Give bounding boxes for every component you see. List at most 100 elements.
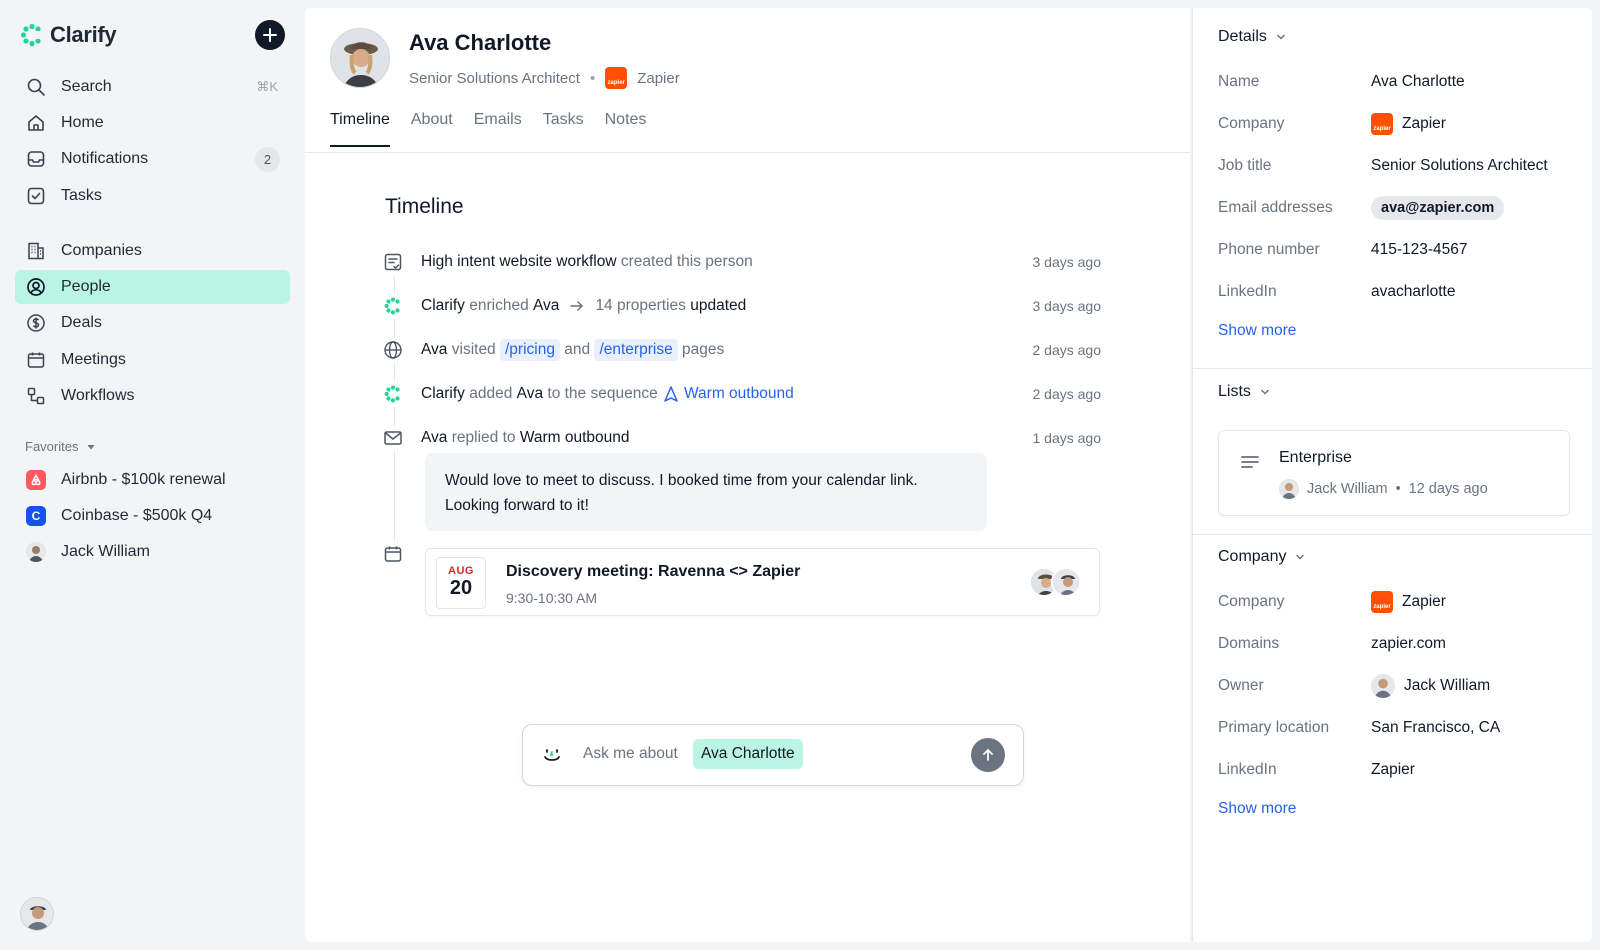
company-row-linkedin[interactable]: LinkedIn Zapier <box>1218 758 1588 782</box>
email-chip[interactable]: ava@zapier.com <box>1371 196 1505 220</box>
details-section-header[interactable]: Details <box>1218 28 1287 46</box>
linkedin-link[interactable]: Zapier <box>1371 761 1415 779</box>
meeting-date-badge: AUG 20 <box>436 557 486 609</box>
notifications-count-badge: 2 <box>255 146 280 172</box>
sidebar: Clarify Search ⌘K Home Notifications 2 T… <box>0 0 305 950</box>
sidebar-item-people[interactable]: People <box>15 270 290 305</box>
checkbox-icon <box>25 185 47 207</box>
field-value: Jack William <box>1371 674 1490 698</box>
caret-down-icon <box>87 444 95 449</box>
company-show-more-link[interactable]: Show more <box>1218 800 1296 818</box>
tab-timeline[interactable]: Timeline <box>330 111 390 147</box>
ask-context-chip[interactable]: Ava Charlotte <box>693 739 803 769</box>
domain-link[interactable]: zapier.com <box>1371 635 1446 653</box>
detail-row-email[interactable]: Email addresses ava@zapier.com <box>1218 196 1588 220</box>
linkedin-link[interactable]: avacharlotte <box>1371 283 1455 301</box>
event-timestamp: 3 days ago <box>1032 298 1102 314</box>
lists-section-header[interactable]: Lists <box>1218 383 1271 401</box>
field-label: Domains <box>1218 635 1280 652</box>
tab-notes[interactable]: Notes <box>605 111 647 147</box>
person-link[interactable]: Ava <box>421 341 447 359</box>
user-circle-icon <box>25 276 47 298</box>
sidebar-item-home[interactable]: Home <box>15 106 290 140</box>
page-chip-pricing[interactable]: /pricing <box>500 339 560 361</box>
sidebar-item-tasks[interactable]: Tasks <box>15 179 290 213</box>
separator-dot: • <box>1395 481 1401 497</box>
ask-prefix: Ask me about <box>583 745 678 762</box>
field-label: LinkedIn <box>1218 283 1277 300</box>
person-link[interactable]: Ava <box>421 429 447 447</box>
lists-title: Lists <box>1218 383 1251 400</box>
tab-emails[interactable]: Emails <box>474 111 522 147</box>
field-label: Phone number <box>1218 241 1320 258</box>
favorites-header[interactable]: Favorites <box>25 439 96 454</box>
tab-tasks[interactable]: Tasks <box>543 111 584 147</box>
dollar-circle-icon <box>25 312 47 334</box>
timeline-title: Timeline <box>385 195 464 218</box>
person-link[interactable]: Ava <box>533 297 559 315</box>
current-user-avatar[interactable] <box>20 897 54 931</box>
tab-about[interactable]: About <box>411 111 453 147</box>
building-icon <box>25 240 47 262</box>
workflow-link[interactable]: High intent website workflow <box>421 253 617 271</box>
sidebar-item-search[interactable]: Search ⌘K <box>15 70 290 104</box>
main-nav: Search ⌘K Home Notifications 2 Tasks <box>15 70 290 215</box>
favorite-item-jack-william[interactable]: Jack William <box>15 535 290 569</box>
field-value: Senior Solutions Architect <box>1371 157 1548 174</box>
search-shortcut: ⌘K <box>256 79 278 94</box>
sidebar-item-workflows[interactable]: Workflows <box>15 379 290 413</box>
sequence-link[interactable]: Warm outbound <box>684 385 794 403</box>
person-link[interactable]: Ava <box>517 385 543 403</box>
event-timestamp: 2 days ago <box>1032 342 1102 358</box>
list-owner: Jack William <box>1307 481 1388 497</box>
event-text: visited <box>447 341 500 358</box>
app-logo[interactable]: Clarify <box>20 22 117 48</box>
sequence-link[interactable]: Warm outbound <box>520 429 630 447</box>
section-divider <box>1193 368 1592 369</box>
person-name: Ava Charlotte <box>409 30 552 55</box>
field-value: Ava Charlotte <box>1371 73 1465 90</box>
arrow-right-icon <box>569 298 585 314</box>
list-card-enterprise[interactable]: Enterprise Jack William • 12 days ago <box>1218 430 1570 516</box>
home-icon <box>25 112 47 134</box>
sidebar-item-companies[interactable]: Companies <box>15 234 290 268</box>
favorite-item-coinbase[interactable]: C Coinbase - $500k Q4 <box>15 499 290 533</box>
properties-count-link[interactable]: 14 properties <box>595 297 685 315</box>
clarify-logo-icon <box>381 382 405 406</box>
email-reply-quote[interactable]: Would love to meet to discuss. I booked … <box>425 453 987 531</box>
favorites-title: Favorites <box>25 439 79 454</box>
company-section-header[interactable]: Company <box>1218 548 1306 566</box>
field-label: Company <box>1218 115 1285 132</box>
company-row-name[interactable]: Company zapier Zapier <box>1218 590 1588 614</box>
company-row-owner[interactable]: Owner Jack William <box>1218 674 1588 698</box>
send-button[interactable] <box>971 738 1005 772</box>
sidebar-item-notifications[interactable]: Notifications 2 <box>15 142 290 176</box>
company-row-domains[interactable]: Domains zapier.com <box>1218 632 1588 656</box>
field-label: Company <box>1218 593 1285 610</box>
detail-row-linkedin[interactable]: LinkedIn avacharlotte <box>1218 280 1588 304</box>
create-button[interactable] <box>255 20 285 50</box>
page-chip-enterprise[interactable]: /enterprise <box>594 339 678 361</box>
details-title: Details <box>1218 28 1267 45</box>
detail-row-name[interactable]: Name Ava Charlotte <box>1218 70 1588 94</box>
details-panel: Details Name Ava Charlotte Company zapie… <box>1192 8 1592 942</box>
details-show-more-link[interactable]: Show more <box>1218 322 1296 340</box>
meeting-card[interactable]: AUG 20 Discovery meeting: Ravenna <> Zap… <box>425 548 1100 616</box>
company-row-location[interactable]: Primary location San Francisco, CA <box>1218 716 1588 740</box>
sidebar-item-label: Search <box>61 78 112 95</box>
sidebar-item-meetings[interactable]: Meetings <box>15 343 290 377</box>
timeline-event: Ava replied to Warm outbound 1 days ago <box>381 424 1101 452</box>
actor-clarify: Clarify <box>421 385 465 402</box>
favorite-item-airbnb[interactable]: Airbnb - $100k renewal <box>15 463 290 497</box>
ask-ai-bar[interactable]: Ask me about Ava Charlotte <box>522 724 1024 786</box>
chevron-down-icon <box>1277 34 1285 40</box>
sidebar-item-deals[interactable]: Deals <box>15 306 290 340</box>
person-company-link[interactable]: Zapier <box>637 70 680 87</box>
sidebar-item-label: Companies <box>61 242 142 259</box>
detail-row-job-title[interactable]: Job title Senior Solutions Architect <box>1218 154 1588 178</box>
detail-row-phone[interactable]: Phone number 415-123-4567 <box>1218 238 1588 262</box>
event-text: pages <box>677 341 725 358</box>
plus-icon <box>263 28 277 42</box>
detail-row-company[interactable]: Company zapier Zapier <box>1218 112 1588 136</box>
section-divider <box>1193 534 1592 535</box>
